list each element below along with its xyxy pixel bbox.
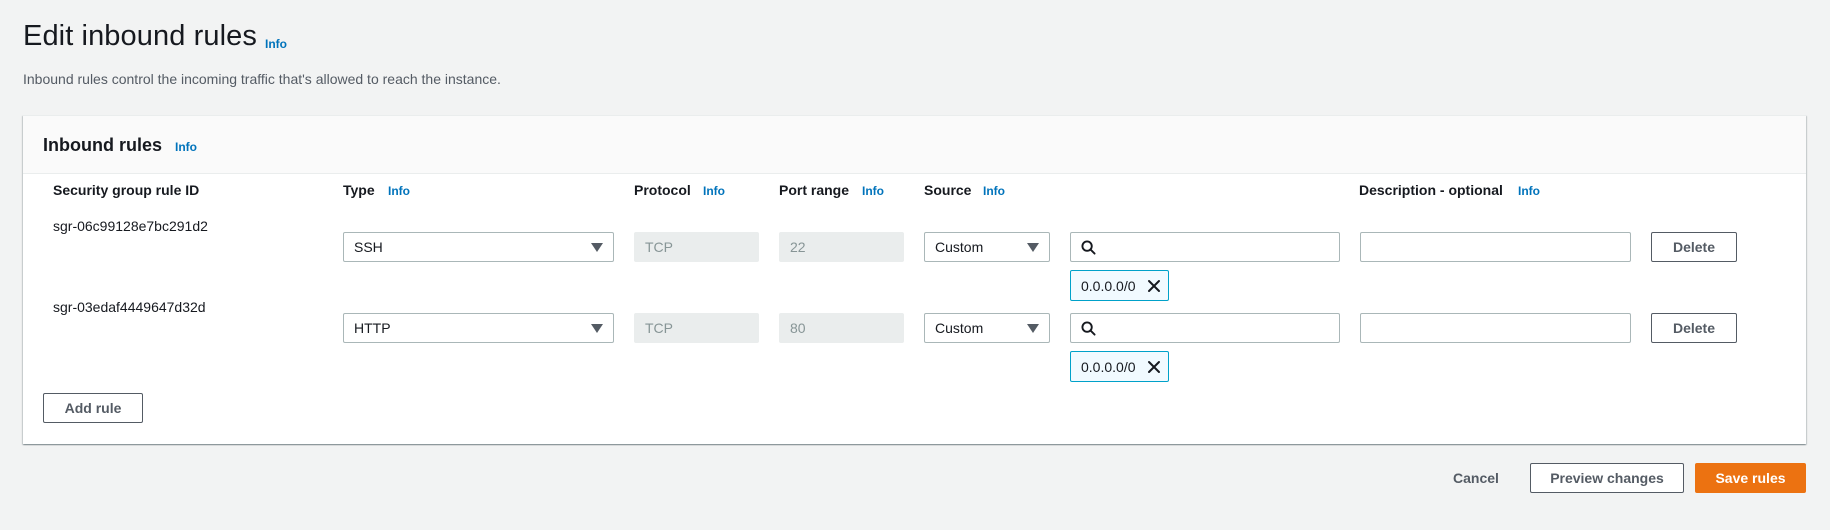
page-title: Edit inbound rules	[23, 20, 257, 52]
caret-down-icon	[1027, 242, 1039, 252]
type-select-value: HTTP	[354, 320, 391, 336]
rule-row: sgr-03edaf4449647d32d HTTP TCP 80 Custom…	[23, 277, 1806, 382]
type-select[interactable]: SSH	[343, 232, 614, 262]
page-description: Inbound rules control the incoming traff…	[23, 71, 501, 87]
panel-title-info-link[interactable]: Info	[175, 140, 197, 154]
source-search-field[interactable]	[1070, 232, 1340, 262]
rule-id: sgr-03edaf4449647d32d	[53, 299, 206, 315]
rule-row: sgr-06c99128e7bc291d2 SSH TCP 22 Custom …	[23, 196, 1806, 301]
caret-down-icon	[1027, 323, 1039, 333]
port-range-field: 80	[779, 313, 904, 343]
caret-down-icon	[591, 242, 603, 252]
search-icon	[1081, 239, 1096, 255]
source-search-field[interactable]	[1070, 313, 1340, 343]
source-select[interactable]: Custom	[924, 313, 1050, 343]
panel-title: Inbound rules	[43, 135, 162, 155]
close-icon[interactable]	[1146, 359, 1162, 375]
protocol-field: TCP	[634, 313, 759, 343]
preview-changes-button[interactable]: Preview changes	[1530, 463, 1684, 493]
source-select[interactable]: Custom	[924, 232, 1050, 262]
page-title-info-link[interactable]: Info	[265, 37, 287, 51]
save-rules-button[interactable]: Save rules	[1695, 463, 1806, 493]
description-input[interactable]	[1360, 313, 1631, 343]
cancel-button[interactable]: Cancel	[1453, 470, 1499, 486]
caret-down-icon	[591, 323, 603, 333]
source-select-value: Custom	[935, 320, 984, 336]
add-rule-button[interactable]: Add rule	[43, 393, 143, 423]
protocol-field: TCP	[634, 232, 759, 262]
panel-header: Inbound rules Info	[23, 116, 1806, 174]
delete-button[interactable]: Delete	[1651, 232, 1737, 262]
description-input[interactable]	[1360, 232, 1631, 262]
source-token-label: 0.0.0.0/0	[1081, 358, 1136, 375]
search-icon	[1081, 320, 1096, 336]
port-range-field: 22	[779, 232, 904, 262]
rule-id: sgr-06c99128e7bc291d2	[53, 218, 208, 234]
type-select-value: SSH	[354, 239, 383, 255]
source-token: 0.0.0.0/0	[1070, 351, 1169, 382]
source-search-input[interactable]	[1102, 315, 1339, 341]
source-select-value: Custom	[935, 239, 984, 255]
inbound-rules-panel: Inbound rules Info Security group rule I…	[23, 115, 1806, 444]
type-select[interactable]: HTTP	[343, 313, 614, 343]
delete-button[interactable]: Delete	[1651, 313, 1737, 343]
source-search-input[interactable]	[1102, 234, 1339, 260]
